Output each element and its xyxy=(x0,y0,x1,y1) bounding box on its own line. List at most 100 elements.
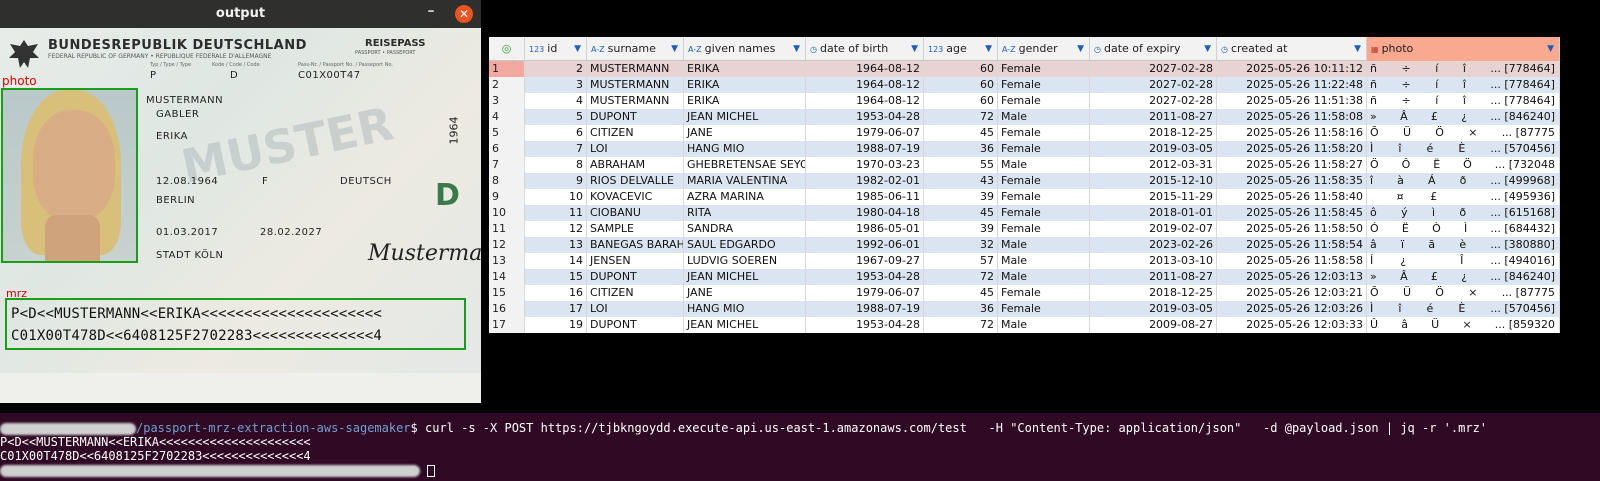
cell-created[interactable]: 2025-05-26 11:22:48 xyxy=(1217,77,1367,93)
cell-id[interactable]: 4 xyxy=(525,93,587,109)
cell-gender[interactable]: Female xyxy=(998,141,1090,157)
table-row[interactable]: 8 9 RIOS DELVALLE MARIA VALENTINA 1982-02-01… xyxy=(489,173,1560,189)
cell-id[interactable]: 2 xyxy=(525,61,587,77)
cell-gender[interactable]: Female xyxy=(998,61,1090,77)
cell-created[interactable]: 2025-05-26 12:03:26 xyxy=(1217,301,1367,317)
cell-surname[interactable]: RIOS DELVALLE xyxy=(587,173,684,189)
window-titlebar[interactable]: output – ✕ xyxy=(0,0,481,28)
cell-id[interactable]: 8 xyxy=(525,157,587,173)
cell-surname[interactable]: KOVACEVIC xyxy=(587,189,684,205)
cell-given[interactable]: JANE xyxy=(684,125,806,141)
cell-surname[interactable]: CITIZEN xyxy=(587,125,684,141)
cell-created[interactable]: 2025-05-26 11:58:54 xyxy=(1217,237,1367,253)
cell-surname[interactable]: LOI xyxy=(587,301,684,317)
cell-id[interactable]: 11 xyxy=(525,205,587,221)
cell-gender[interactable]: Female xyxy=(998,301,1090,317)
cell-age[interactable]: 60 xyxy=(924,61,998,77)
cell-expiry[interactable]: 2023-02-26 xyxy=(1090,237,1217,253)
chevron-down-icon[interactable]: ▼ xyxy=(1354,37,1361,61)
cell-surname[interactable]: SAMPLE xyxy=(587,221,684,237)
cell-id[interactable]: 9 xyxy=(525,173,587,189)
cell-dob[interactable]: 1985-06-11 xyxy=(806,189,924,205)
cell-dob[interactable]: 1953-04-28 xyxy=(806,269,924,285)
chevron-down-icon[interactable]: ▼ xyxy=(1077,37,1084,61)
cell-age[interactable]: 72 xyxy=(924,317,998,333)
cell-photo[interactable]: Í ¿ Î ... [494016] xyxy=(1367,253,1560,269)
cell-given[interactable]: MARIA VALENTINA xyxy=(684,173,806,189)
chevron-down-icon[interactable]: ▼ xyxy=(911,37,918,61)
cell-created[interactable]: 2025-05-26 11:51:38 xyxy=(1217,93,1367,109)
cell-given[interactable]: AZRA MARINA xyxy=(684,189,806,205)
cell-age[interactable]: 72 xyxy=(924,269,998,285)
cell-n[interactable]: 15 xyxy=(489,285,525,301)
cell-gender[interactable]: Male xyxy=(998,269,1090,285)
cell-gender[interactable]: Male xyxy=(998,253,1090,269)
cell-photo[interactable]: » Â £ ¿ ... [846240] xyxy=(1367,269,1560,285)
table-row[interactable]: 14 15 DUPONT JEAN MICHEL 1953-04-28 72 Male 201… xyxy=(489,269,1560,285)
table-row[interactable]: 1 2 MUSTERMANN ERIKA 1964-08-12 60 Female 2027-… xyxy=(489,61,1560,77)
cell-photo[interactable]: â ï ã è ... [380880] xyxy=(1367,237,1560,253)
cell-n[interactable]: 13 xyxy=(489,253,525,269)
table-row[interactable]: 17 19 DUPONT JEAN MICHEL 1953-04-28 72 Male 200… xyxy=(489,317,1560,333)
cell-id[interactable]: 6 xyxy=(525,125,587,141)
cell-given[interactable]: JEAN MICHEL xyxy=(684,109,806,125)
cell-photo[interactable]: ô ý ì ð ... [615168] xyxy=(1367,205,1560,221)
cell-expiry[interactable]: 2009-08-27 xyxy=(1090,317,1217,333)
cell-expiry[interactable]: 2015-12-10 xyxy=(1090,173,1217,189)
cell-age[interactable]: 60 xyxy=(924,93,998,109)
cell-age[interactable]: 36 xyxy=(924,301,998,317)
cell-n[interactable]: 5 xyxy=(489,125,525,141)
cell-surname[interactable]: CIOBANU xyxy=(587,205,684,221)
cell-gender[interactable]: Female xyxy=(998,205,1090,221)
cell-n[interactable]: 6 xyxy=(489,141,525,157)
cell-n[interactable]: 1 xyxy=(489,61,525,77)
cell-expiry[interactable]: 2015-11-29 xyxy=(1090,189,1217,205)
cell-n[interactable]: 4 xyxy=(489,109,525,125)
cell-expiry[interactable]: 2027-02-28 xyxy=(1090,77,1217,93)
col-age[interactable]: 123 age ▼ xyxy=(924,37,998,61)
cell-surname[interactable]: MUSTERMANN xyxy=(587,93,684,109)
cell-gender[interactable]: Male xyxy=(998,237,1090,253)
cell-created[interactable]: 2025-05-26 11:58:40 xyxy=(1217,189,1367,205)
col-expiry[interactable]: ◷ date of expiry ▼ xyxy=(1090,37,1217,61)
table-row[interactable]: 7 8 ABRAHAM GHEBRETENSAE SEYOU 1970-03-23 55 M… xyxy=(489,157,1560,173)
select-all-icon[interactable]: ◎ xyxy=(489,37,525,61)
chevron-down-icon[interactable]: ▼ xyxy=(793,37,800,61)
cell-id[interactable]: 7 xyxy=(525,141,587,157)
table-row[interactable]: 9 10 KOVACEVIC AZRA MARINA 1985-06-11 39 Femal… xyxy=(489,189,1560,205)
cell-expiry[interactable]: 2019-02-07 xyxy=(1090,221,1217,237)
col-created[interactable]: ◷ created at ▼ xyxy=(1217,37,1367,61)
cell-dob[interactable]: 1979-06-07 xyxy=(806,125,924,141)
cell-dob[interactable]: 1970-03-23 xyxy=(806,157,924,173)
cell-expiry[interactable]: 2018-01-01 xyxy=(1090,205,1217,221)
cell-given[interactable]: ERIKA xyxy=(684,61,806,77)
cell-id[interactable]: 14 xyxy=(525,253,587,269)
cell-surname[interactable]: DUPONT xyxy=(587,269,684,285)
cell-n[interactable]: 7 xyxy=(489,157,525,173)
cell-created[interactable]: 2025-05-26 12:03:13 xyxy=(1217,269,1367,285)
cell-created[interactable]: 2025-05-26 12:03:33 xyxy=(1217,317,1367,333)
cell-gender[interactable]: Female xyxy=(998,93,1090,109)
cell-photo[interactable]: ñ ÷ í î ... [778464] xyxy=(1367,61,1560,77)
cell-n[interactable]: 10 xyxy=(489,205,525,221)
cell-surname[interactable]: LOI xyxy=(587,141,684,157)
cell-photo[interactable]: Õ Ü Ö × ... [87775 xyxy=(1367,285,1560,301)
cell-id[interactable]: 15 xyxy=(525,269,587,285)
cell-expiry[interactable]: 2027-02-28 xyxy=(1090,93,1217,109)
cell-created[interactable]: 2025-05-26 11:58:45 xyxy=(1217,205,1367,221)
cell-n[interactable]: 9 xyxy=(489,189,525,205)
cell-age[interactable]: 39 xyxy=(924,221,998,237)
cell-age[interactable]: 60 xyxy=(924,77,998,93)
cell-age[interactable]: 36 xyxy=(924,141,998,157)
cell-age[interactable]: 32 xyxy=(924,237,998,253)
cell-n[interactable]: 16 xyxy=(489,301,525,317)
cell-given[interactable]: JANE xyxy=(684,285,806,301)
table-row[interactable]: 10 11 CIOBANU RITA 1980-04-18 45 Female 2018-01… xyxy=(489,205,1560,221)
cell-id[interactable]: 3 xyxy=(525,77,587,93)
cell-id[interactable]: 17 xyxy=(525,301,587,317)
cell-surname[interactable]: ABRAHAM xyxy=(587,157,684,173)
cell-surname[interactable]: DUPONT xyxy=(587,109,684,125)
cell-id[interactable]: 5 xyxy=(525,109,587,125)
cell-age[interactable]: 39 xyxy=(924,189,998,205)
cell-expiry[interactable]: 2019-03-05 xyxy=(1090,301,1217,317)
